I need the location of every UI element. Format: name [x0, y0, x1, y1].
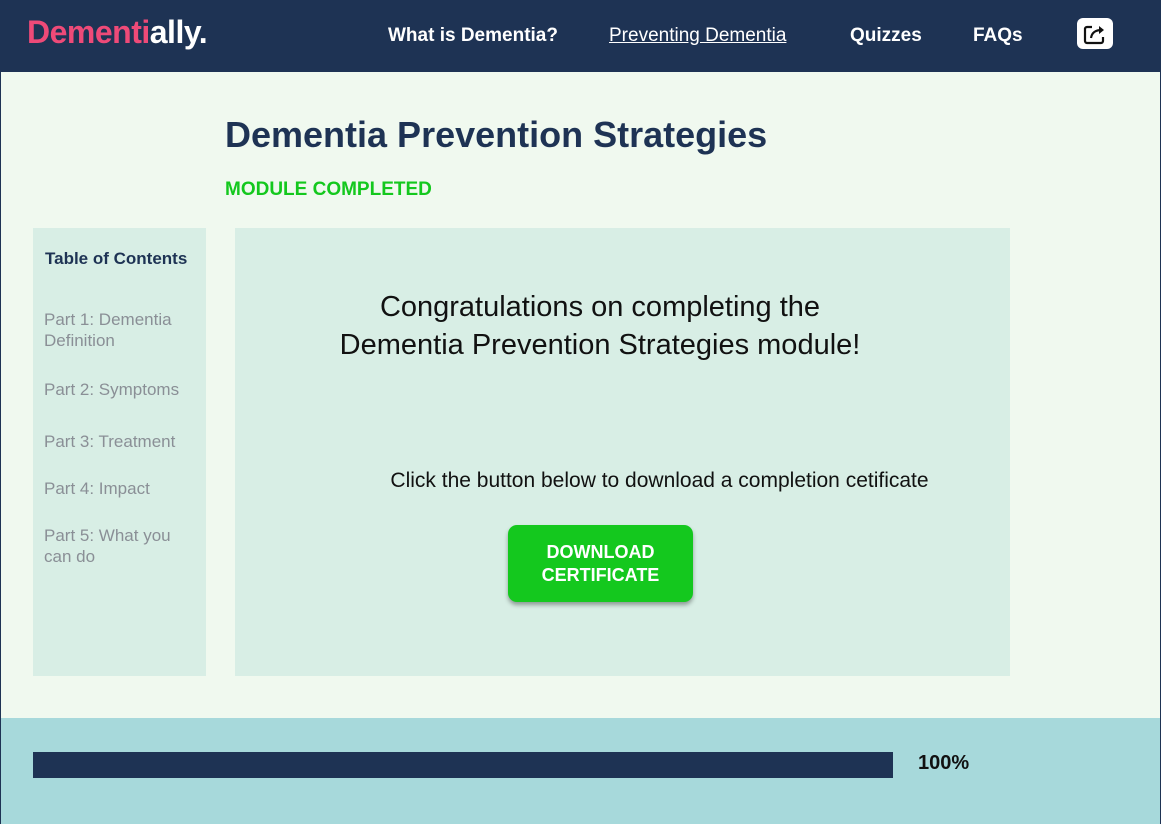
download-certificate-label: DOWNLOAD CERTIFICATE [541, 541, 660, 585]
toc-item-part-4[interactable]: Part 4: Impact [44, 478, 199, 499]
nav-preventing-dementia[interactable]: Preventing Dementia [609, 25, 786, 47]
module-status-badge: MODULE COMPLETED [225, 179, 432, 200]
toc-item-part-1[interactable]: Part 1: Dementia Definition [44, 309, 199, 351]
download-instruction-text: Click the button below to download a com… [390, 469, 929, 492]
share-button[interactable] [1077, 18, 1113, 49]
brand-logo[interactable]: Dementially. [27, 14, 208, 51]
table-of-contents: Table of Contents Part 1: Dementia Defin… [33, 228, 206, 676]
nav-faqs[interactable]: FAQs [973, 25, 1023, 47]
nav-what-is-dementia[interactable]: What is Dementia? [388, 25, 558, 47]
congratulations-message: Congratulations on completing the Dement… [339, 291, 861, 361]
logo-accent-text: Dementi [27, 14, 150, 50]
top-navbar: Dementially. What is Dementia? Preventin… [1, 0, 1160, 72]
toc-item-part-5[interactable]: Part 5: What you can do [44, 525, 199, 567]
progress-bar-fill [33, 752, 893, 778]
page-title: Dementia Prevention Strategies [225, 114, 768, 155]
progress-footer: 100% [1, 718, 1160, 824]
nav-quizzes[interactable]: Quizzes [850, 25, 922, 47]
toc-item-part-2[interactable]: Part 2: Symptoms [44, 379, 199, 400]
progress-bar [33, 752, 893, 778]
logo-rest-text: ally. [149, 14, 208, 50]
download-instruction: Click the button below to download a com… [235, 469, 1010, 493]
main-content-panel: Congratulations on completing the Dement… [235, 228, 1010, 676]
share-icon [1083, 25, 1105, 44]
toc-heading: Table of Contents [45, 249, 188, 268]
toc-item-part-3[interactable]: Part 3: Treatment [44, 431, 199, 452]
download-certificate-button[interactable]: DOWNLOAD CERTIFICATE [508, 525, 693, 602]
progress-percent-label: 100% [918, 752, 970, 774]
